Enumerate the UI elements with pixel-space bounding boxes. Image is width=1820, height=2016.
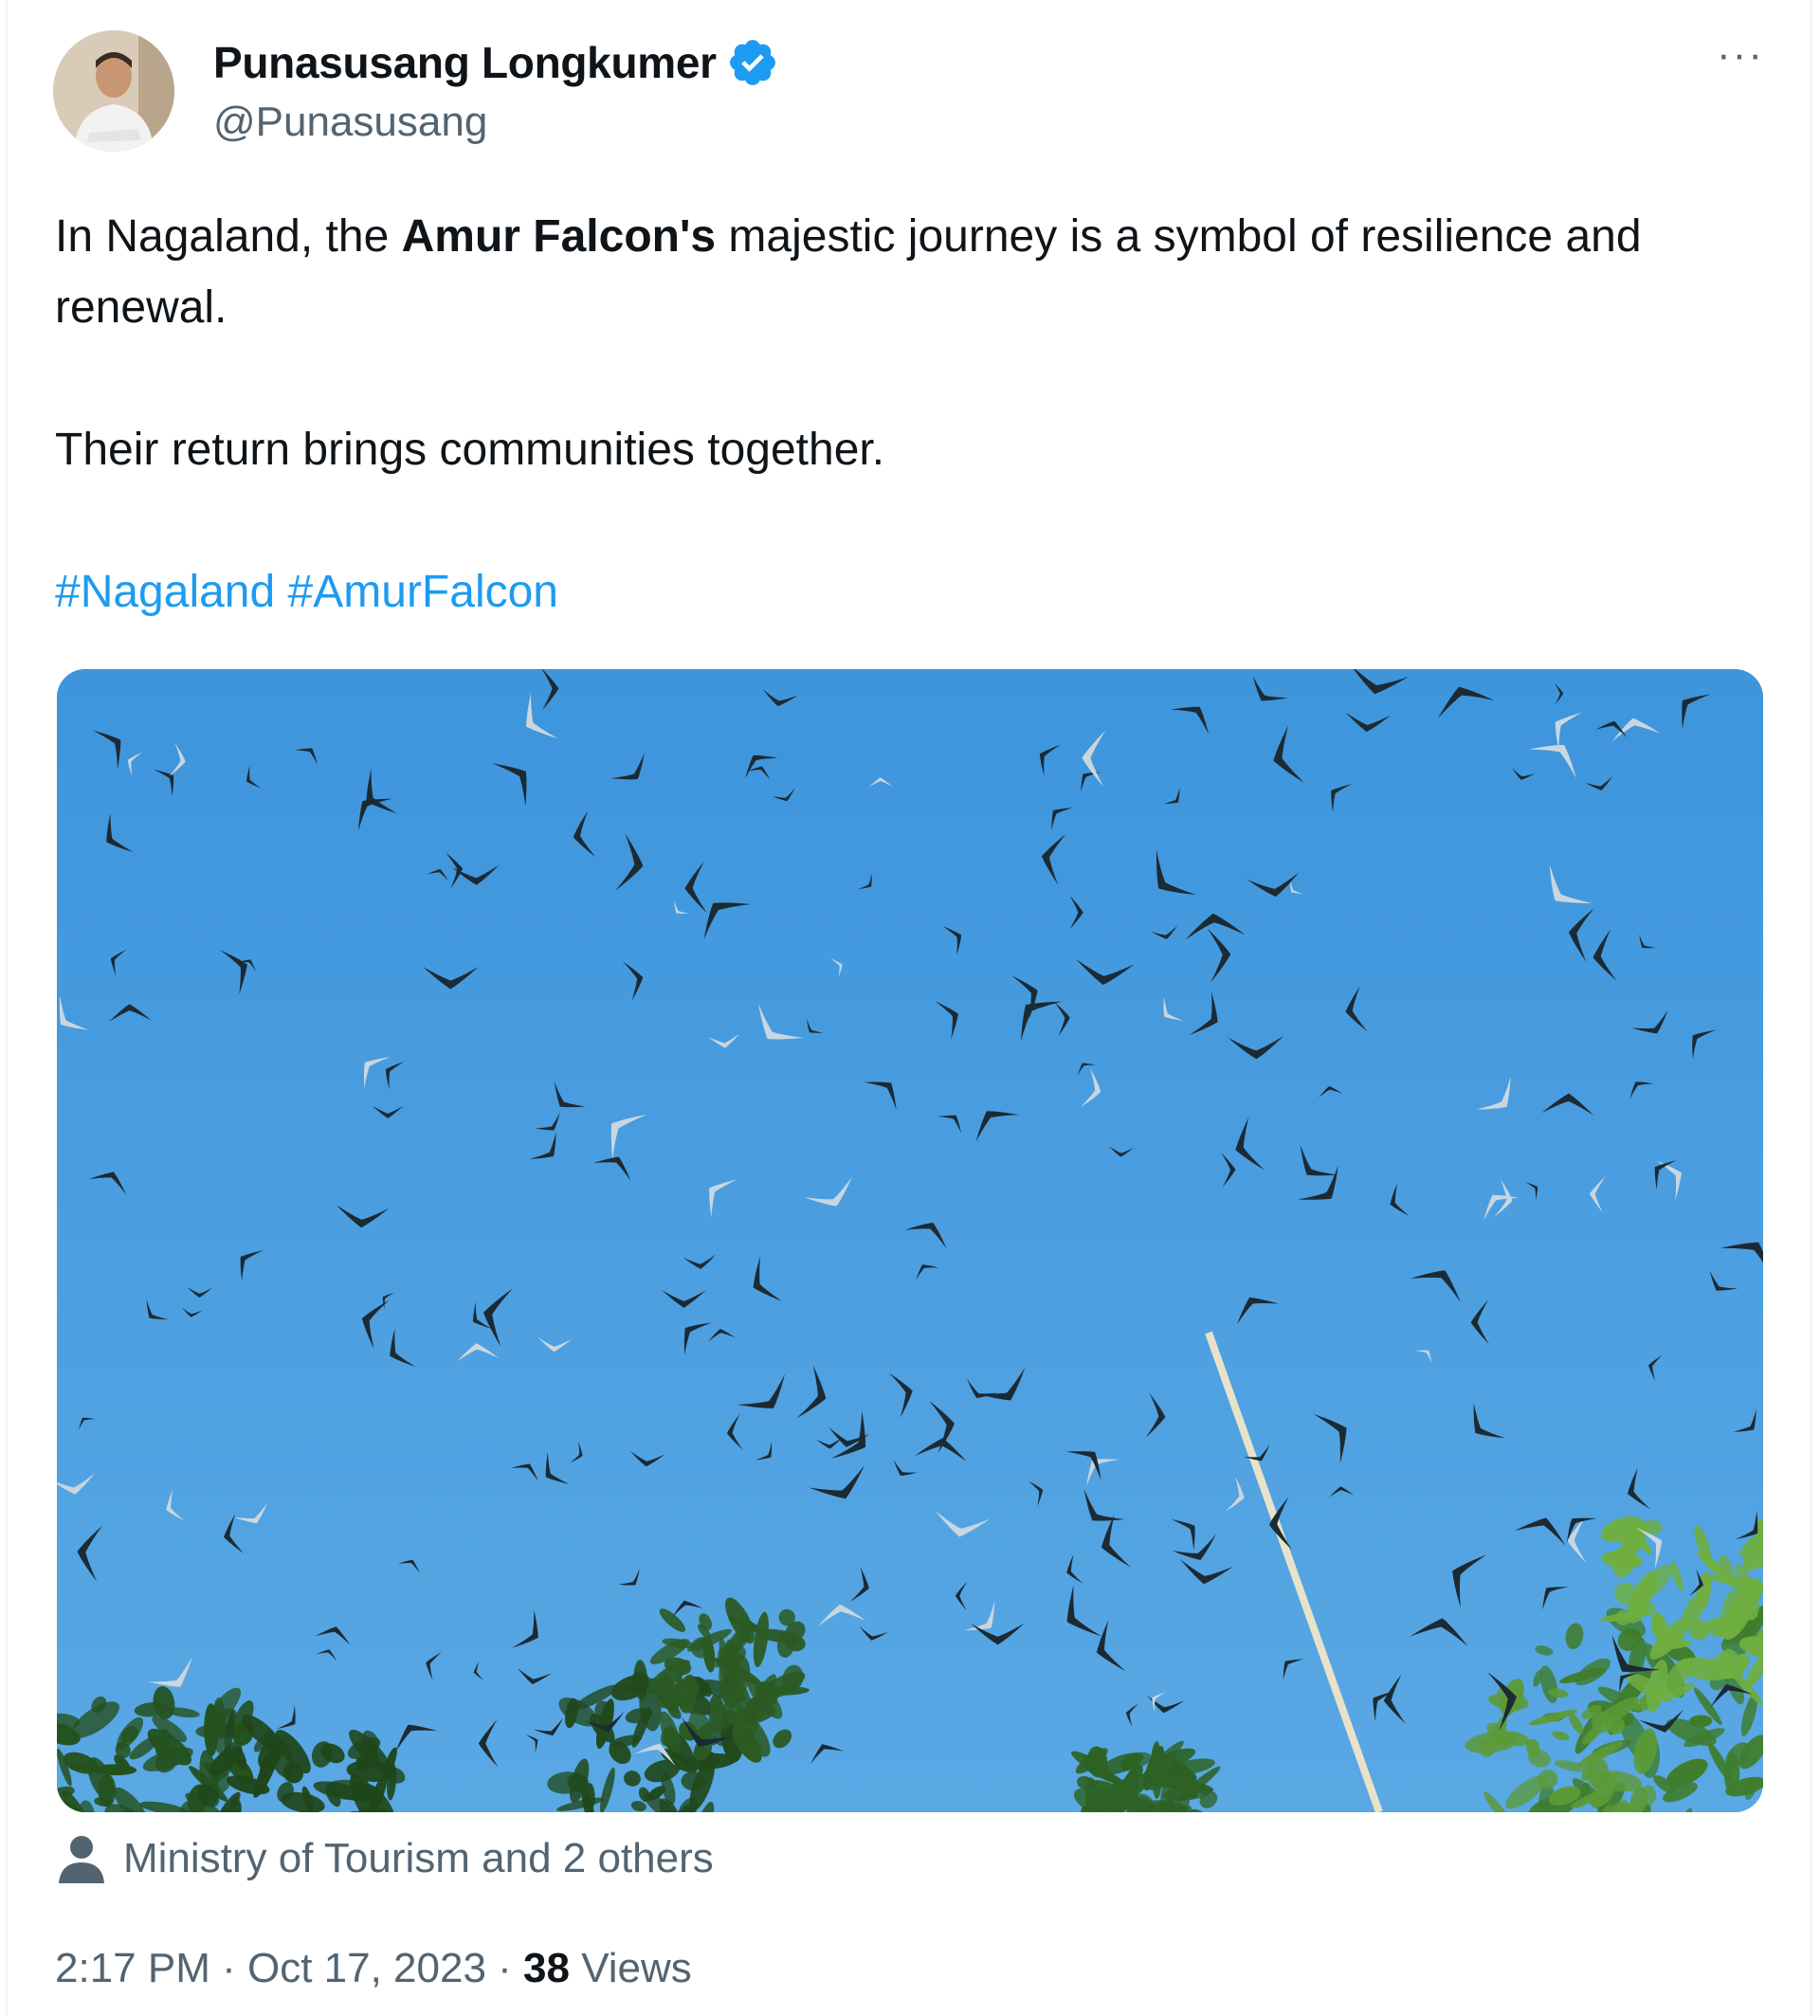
- tweet-photo[interactable]: [57, 669, 1763, 1812]
- tweet-text: In Nagaland, the Amur Falcon's majestic …: [55, 201, 1742, 627]
- foliage-leaf: [584, 1783, 595, 1811]
- tagged-users[interactable]: Ministry of Tourism and 2 others: [59, 1834, 714, 1883]
- verified-badge-icon[interactable]: [726, 36, 779, 89]
- separator: ·: [485, 1945, 524, 1991]
- more-icon[interactable]: ···: [1712, 34, 1769, 83]
- separator: ·: [209, 1945, 247, 1991]
- tagged-users-text: Ministry of Tourism and 2 others: [123, 1835, 714, 1881]
- hashtag-link[interactable]: #AmurFalcon: [288, 567, 558, 617]
- author-name-row: Punasusang Longkumer: [213, 36, 779, 89]
- tweet-meta: 2:17 PM · Oct 17, 2023 · 38 Views: [55, 1945, 692, 1992]
- tweet-paragraph-1: In Nagaland, the Amur Falcon's majestic …: [55, 201, 1742, 343]
- hashtags: #Nagaland #AmurFalcon: [55, 556, 1742, 627]
- tweet-text-bold: Amur Falcon's: [401, 211, 717, 262]
- author-handle[interactable]: @Punasusang: [213, 99, 487, 146]
- tweet-date[interactable]: Oct 17, 2023: [247, 1945, 486, 1991]
- tweet-time[interactable]: 2:17 PM: [55, 1945, 210, 1991]
- avatar[interactable]: [53, 30, 174, 152]
- views-count: 38: [523, 1945, 570, 1991]
- photo-amur-falcons-flock: [57, 669, 1763, 1812]
- author-display-name[interactable]: Punasusang Longkumer: [213, 37, 717, 88]
- person-icon: [59, 1836, 104, 1883]
- views-label: Views: [570, 1945, 692, 1991]
- tweet-paragraph-2: Their return brings communities together…: [55, 425, 885, 475]
- hashtag-link[interactable]: #Nagaland: [55, 567, 275, 617]
- tweet-text-part: In Nagaland, the: [55, 211, 402, 262]
